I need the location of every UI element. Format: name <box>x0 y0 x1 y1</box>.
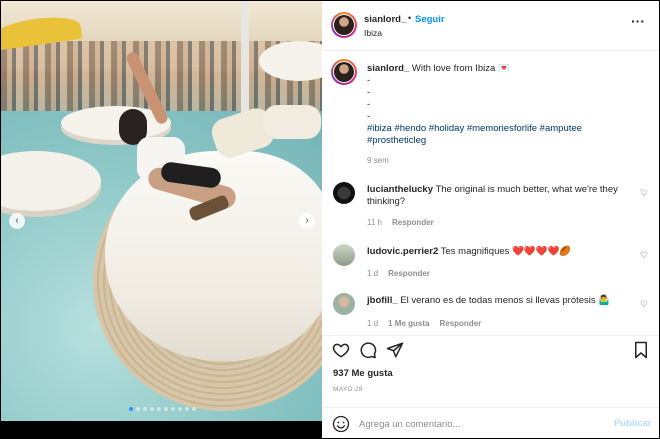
caption-dash: - <box>367 99 371 110</box>
caption-avatar[interactable] <box>331 59 357 85</box>
separator-dot: • <box>408 13 412 23</box>
reply-button[interactable]: Responder <box>392 218 434 227</box>
commenter-avatar[interactable] <box>333 182 355 204</box>
carousel-dot <box>143 407 147 411</box>
carousel-dot <box>129 407 133 411</box>
comment-input[interactable] <box>359 415 599 433</box>
likes-count[interactable]: 937 Me gusta <box>333 368 393 379</box>
bookmark-icon[interactable] <box>632 341 650 359</box>
comment-icon[interactable] <box>359 341 377 359</box>
caption-hashtags[interactable]: #ibiza #hendo #holiday #memoriesforlife … <box>367 123 652 135</box>
comment-text: Tes magnifiques ❤️❤️❤️❤️🏉 <box>440 246 572 257</box>
instagram-post-modal: ‹ › sianlord_ • Seguir Ibiza ··· sianlor… <box>0 0 660 439</box>
post-photo[interactable]: ‹ › <box>1 1 322 421</box>
carousel-dot <box>136 407 140 411</box>
caption-dash: - <box>367 87 371 98</box>
caption-hashtags[interactable]: #prostheticleg <box>367 135 652 147</box>
comment-like-icon[interactable]: ♡ <box>640 299 648 310</box>
comment-username[interactable]: jbofill_ <box>367 295 398 306</box>
carousel-dot <box>192 407 196 411</box>
comment-text: El verano es de todas menos si llevas pr… <box>400 295 611 306</box>
commenter-avatar[interactable] <box>333 293 355 315</box>
carousel-dot <box>185 407 189 411</box>
carousel-dot <box>164 407 168 411</box>
post-date[interactable]: MAYO 28 <box>333 386 363 393</box>
comment-likes-count[interactable]: 1 Me gusta <box>388 319 429 328</box>
carousel-dots <box>129 407 196 411</box>
publish-button[interactable]: Publicar <box>614 418 652 429</box>
follow-button[interactable]: Seguir <box>415 14 445 25</box>
comment-time[interactable]: 1 d <box>367 319 378 328</box>
like-icon[interactable] <box>332 341 350 359</box>
caption-dash: - <box>367 75 371 86</box>
caption-dash: - <box>367 111 371 122</box>
share-icon[interactable] <box>386 341 404 359</box>
author-username[interactable]: sianlord_ <box>364 14 406 25</box>
post-actions-bar <box>322 335 659 363</box>
comment-time[interactable]: 11 h <box>367 218 382 227</box>
location-link[interactable]: Ibiza <box>364 28 382 38</box>
carousel-dot <box>150 407 154 411</box>
emoji-icon[interactable] <box>332 415 350 433</box>
caption-timestamp[interactable]: 9 sem <box>367 156 389 165</box>
carousel-prev-button[interactable]: ‹ <box>9 213 25 229</box>
carousel-dot <box>171 407 175 411</box>
post-details-panel: sianlord_ • Seguir Ibiza ··· sianlord_ W… <box>322 1 659 438</box>
comment-time[interactable]: 1 d <box>367 269 378 278</box>
reply-button[interactable]: Responder <box>388 269 430 278</box>
caption-text: With love from Ibiza 💌 <box>411 63 510 74</box>
carousel-next-button[interactable]: › <box>299 213 315 229</box>
add-comment-bar: Publicar <box>322 407 659 438</box>
avatar[interactable] <box>331 12 357 38</box>
carousel-dot <box>157 407 161 411</box>
reply-button[interactable]: Responder <box>439 319 481 328</box>
more-options-icon[interactable]: ··· <box>631 13 645 29</box>
caption-username[interactable]: sianlord_ <box>367 63 409 74</box>
comment-username[interactable]: lucianthelucky <box>367 184 433 195</box>
comment-username[interactable]: ludovic.perrier2 <box>367 246 438 257</box>
carousel-dot <box>178 407 182 411</box>
comment-like-icon[interactable]: ♡ <box>640 250 648 261</box>
post-header: sianlord_ • Seguir Ibiza ··· <box>322 1 659 51</box>
commenter-avatar[interactable] <box>333 244 355 266</box>
comment-like-icon[interactable]: ♡ <box>640 188 648 199</box>
